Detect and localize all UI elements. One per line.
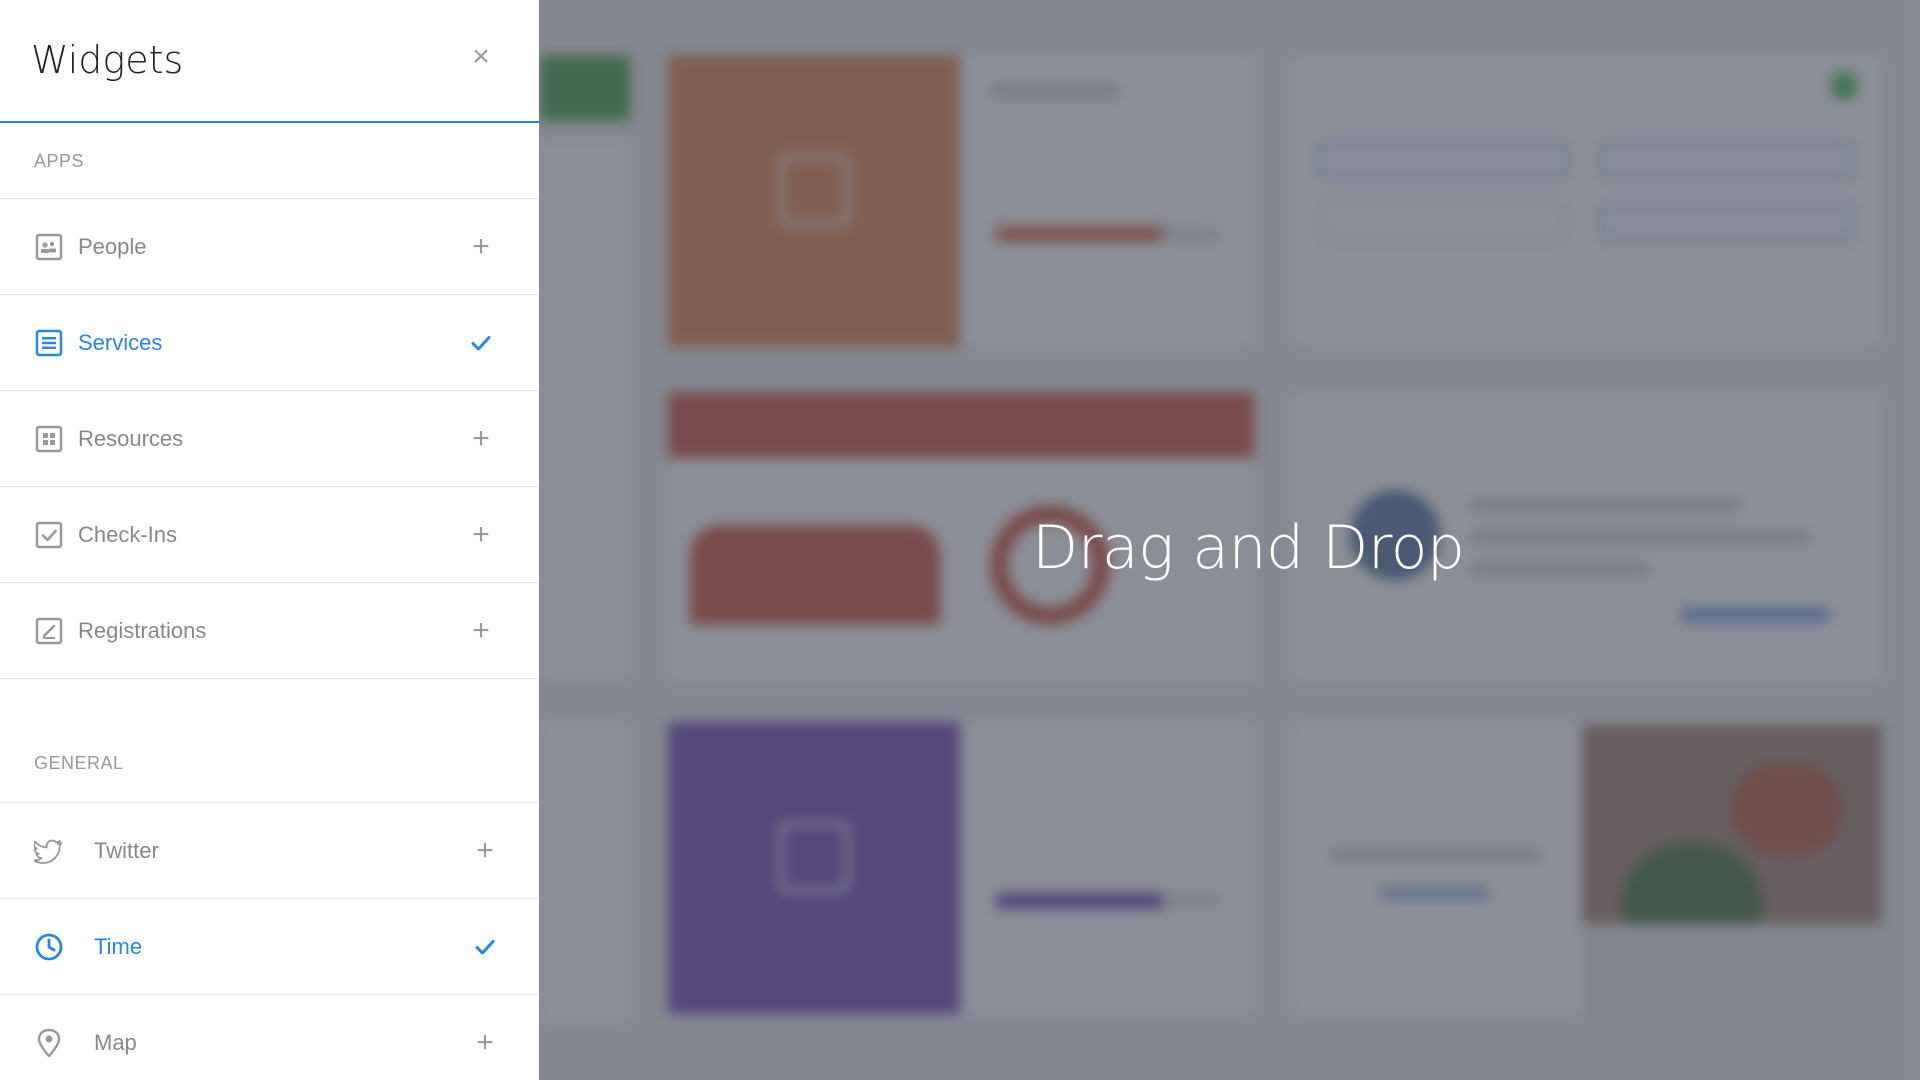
- clock-icon: [34, 932, 64, 962]
- add-check-ins-button[interactable]: +: [466, 519, 496, 550]
- services-icon: [34, 328, 64, 358]
- map-pin-icon: [34, 1028, 64, 1058]
- twitter-icon: [34, 836, 64, 866]
- widgets-panel: Widgets × APPS People + Services Resourc…: [0, 0, 539, 1080]
- close-icon[interactable]: ×: [466, 42, 496, 72]
- registrations-icon: [34, 616, 64, 646]
- widget-item-services[interactable]: Services: [0, 295, 539, 391]
- widget-item-registrations[interactable]: Registrations +: [0, 583, 539, 679]
- widget-label-resources: Resources: [78, 425, 184, 451]
- time-added-check-icon[interactable]: [470, 932, 500, 962]
- widget-label-map: Map: [94, 1029, 137, 1055]
- panel-title: Widgets: [31, 38, 184, 82]
- apps-section-label: APPS: [0, 123, 539, 199]
- resources-icon: [34, 424, 64, 454]
- drag-and-drop-hint: Drag and Drop: [1032, 513, 1465, 583]
- add-twitter-button[interactable]: +: [470, 835, 500, 866]
- widget-item-people[interactable]: People +: [0, 199, 539, 295]
- general-section-label: GENERAL: [0, 679, 539, 803]
- widget-item-resources[interactable]: Resources +: [0, 391, 539, 487]
- add-map-button[interactable]: +: [470, 1027, 500, 1058]
- add-registrations-button[interactable]: +: [466, 615, 496, 646]
- widget-label-services: Services: [78, 329, 163, 355]
- widget-label-time: Time: [94, 933, 143, 959]
- widget-label-twitter: Twitter: [94, 837, 159, 863]
- services-added-check-icon[interactable]: [466, 328, 496, 358]
- widget-item-check-ins[interactable]: Check-Ins +: [0, 487, 539, 583]
- people-icon: [34, 232, 64, 262]
- widget-label-check-ins: Check-Ins: [78, 521, 178, 547]
- check-ins-icon: [34, 520, 64, 550]
- add-resources-button[interactable]: +: [466, 423, 496, 454]
- widget-item-twitter[interactable]: Twitter +: [0, 803, 539, 899]
- panel-header: Widgets ×: [0, 0, 539, 123]
- widget-label-people: People: [78, 233, 147, 259]
- widget-item-map[interactable]: Map +: [0, 995, 539, 1080]
- widget-item-time[interactable]: Time: [0, 899, 539, 995]
- add-people-button[interactable]: +: [466, 231, 496, 262]
- widget-label-registrations: Registrations: [78, 617, 207, 643]
